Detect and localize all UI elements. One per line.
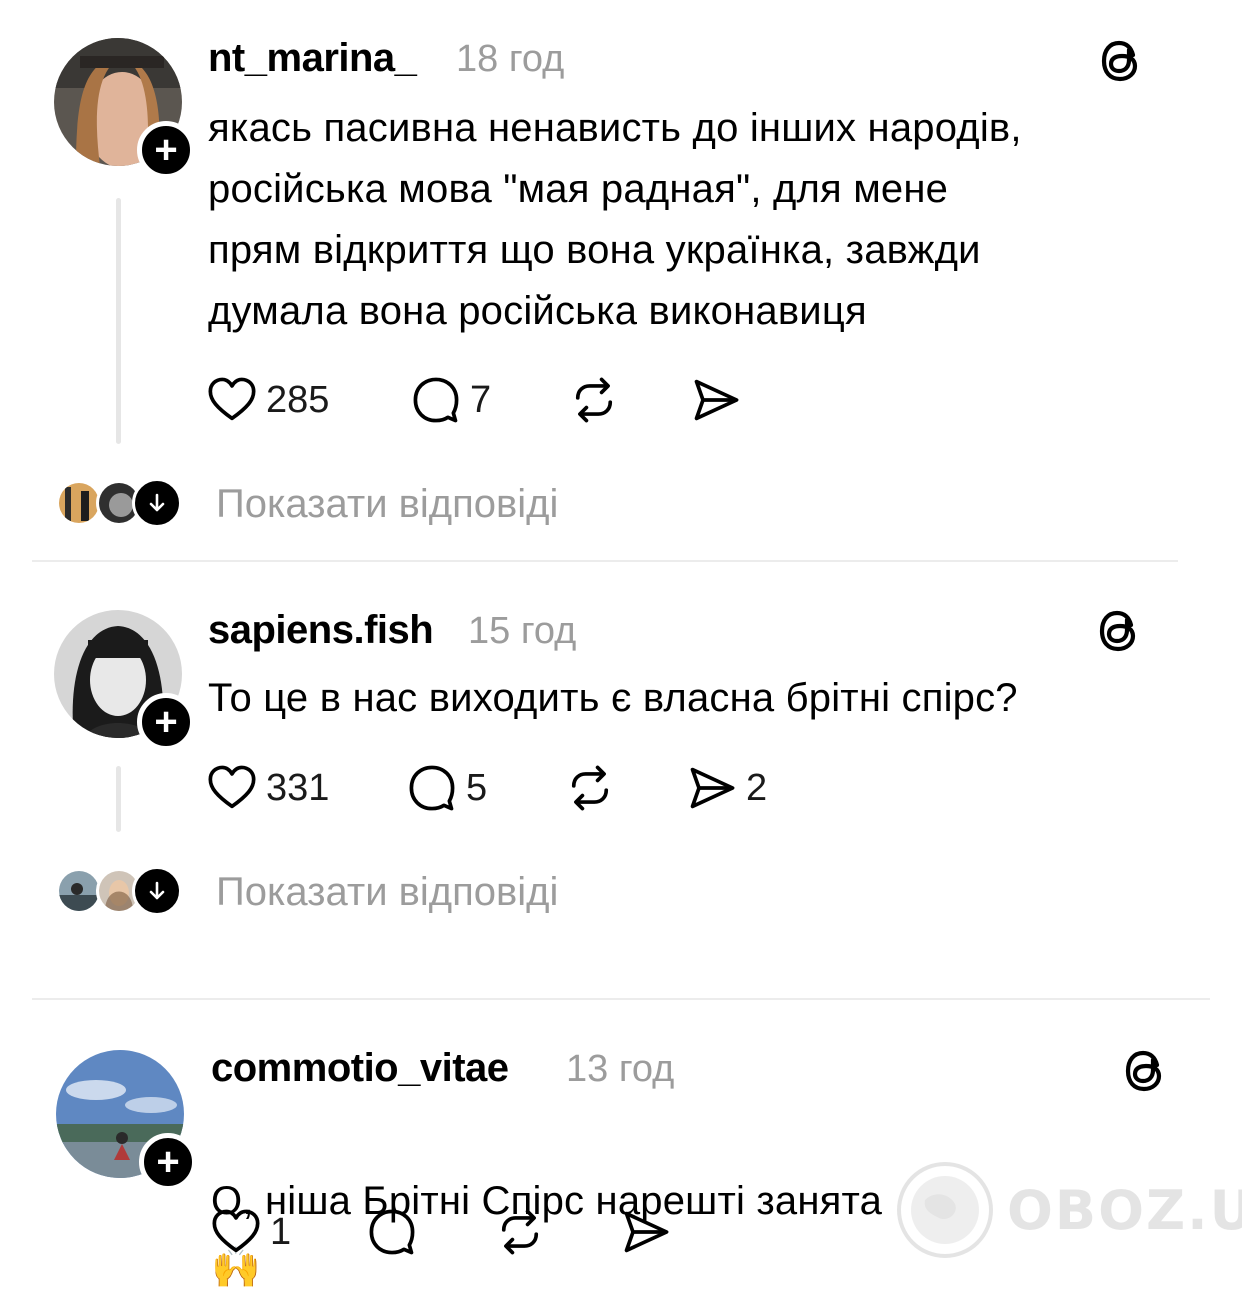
post-text-content: О, ніша Брітні Спірс нарешті занята bbox=[211, 1179, 883, 1223]
repost-button[interactable] bbox=[494, 1206, 546, 1258]
timestamp: 18 год bbox=[456, 38, 565, 80]
username[interactable]: nt_marina_ bbox=[208, 36, 417, 81]
heart-outline-icon bbox=[206, 762, 258, 814]
repost-button[interactable] bbox=[564, 762, 616, 814]
reply-button[interactable] bbox=[366, 1206, 418, 1258]
heart-outline-icon bbox=[206, 374, 258, 426]
expand-replies-button[interactable] bbox=[132, 478, 182, 528]
username[interactable]: commotio_vitae bbox=[211, 1046, 509, 1091]
like-count: 331 bbox=[266, 766, 330, 809]
globe-icon bbox=[897, 1162, 993, 1258]
arrow-down-icon bbox=[145, 879, 169, 903]
follow-plus-icon[interactable]: + bbox=[137, 693, 195, 751]
follow-plus-icon[interactable]: + bbox=[137, 121, 195, 179]
reply-button[interactable]: 5 bbox=[406, 762, 487, 814]
paper-plane-icon bbox=[620, 1206, 672, 1258]
thread-line bbox=[116, 766, 121, 832]
share-count: 2 bbox=[746, 766, 768, 809]
like-count: 1 bbox=[270, 1210, 292, 1253]
paper-plane-icon bbox=[690, 374, 742, 426]
reply-button[interactable]: 7 bbox=[410, 374, 491, 426]
threads-logo-icon[interactable] bbox=[1096, 34, 1148, 86]
repost-arrows-icon bbox=[564, 762, 616, 814]
expand-replies-button[interactable] bbox=[132, 866, 182, 916]
speech-bubble-icon bbox=[410, 374, 462, 426]
username[interactable]: sapiens.fish bbox=[208, 608, 434, 653]
repost-arrows-icon bbox=[494, 1206, 546, 1258]
thread-line bbox=[116, 198, 121, 444]
paper-plane-icon bbox=[686, 762, 738, 814]
watermark: OBOZ.UA bbox=[895, 1160, 1242, 1260]
like-button[interactable]: 1 bbox=[210, 1206, 291, 1258]
arrow-down-icon bbox=[145, 491, 169, 515]
like-count: 285 bbox=[266, 378, 330, 421]
repost-button[interactable] bbox=[568, 374, 620, 426]
like-button[interactable]: 331 bbox=[206, 762, 329, 814]
threads-logo-icon[interactable] bbox=[1120, 1044, 1172, 1096]
timestamp: 13 год bbox=[566, 1048, 675, 1090]
post-2: + sapiens.fish 15 год То це в нас виходи… bbox=[0, 560, 1242, 998]
post-1: + nt_marina_ 18 год якась пасивна ненави… bbox=[0, 0, 1242, 560]
heart-outline-icon bbox=[210, 1206, 262, 1258]
timestamp: 15 год bbox=[468, 610, 577, 652]
speech-bubble-icon bbox=[406, 762, 458, 814]
repost-arrows-icon bbox=[568, 374, 620, 426]
reply-count: 7 bbox=[470, 378, 492, 421]
share-button[interactable] bbox=[620, 1206, 672, 1258]
show-replies-link[interactable]: Показати відповіді bbox=[216, 870, 558, 915]
threads-logo-icon[interactable] bbox=[1094, 604, 1146, 656]
post-text: То це в нас виходить є власна брітні спі… bbox=[208, 676, 1018, 720]
share-button[interactable]: 2 bbox=[686, 762, 767, 814]
reply-count: 5 bbox=[466, 766, 488, 809]
follow-plus-icon[interactable]: + bbox=[139, 1133, 197, 1191]
show-replies-link[interactable]: Показати відповіді bbox=[216, 482, 558, 527]
post-text: якась пасивна ненависть до інших народів… bbox=[208, 106, 1022, 333]
speech-bubble-icon bbox=[366, 1206, 418, 1258]
like-button[interactable]: 285 bbox=[206, 374, 329, 426]
share-button[interactable] bbox=[690, 374, 742, 426]
watermark-text: OBOZ.UA bbox=[1007, 1178, 1242, 1242]
